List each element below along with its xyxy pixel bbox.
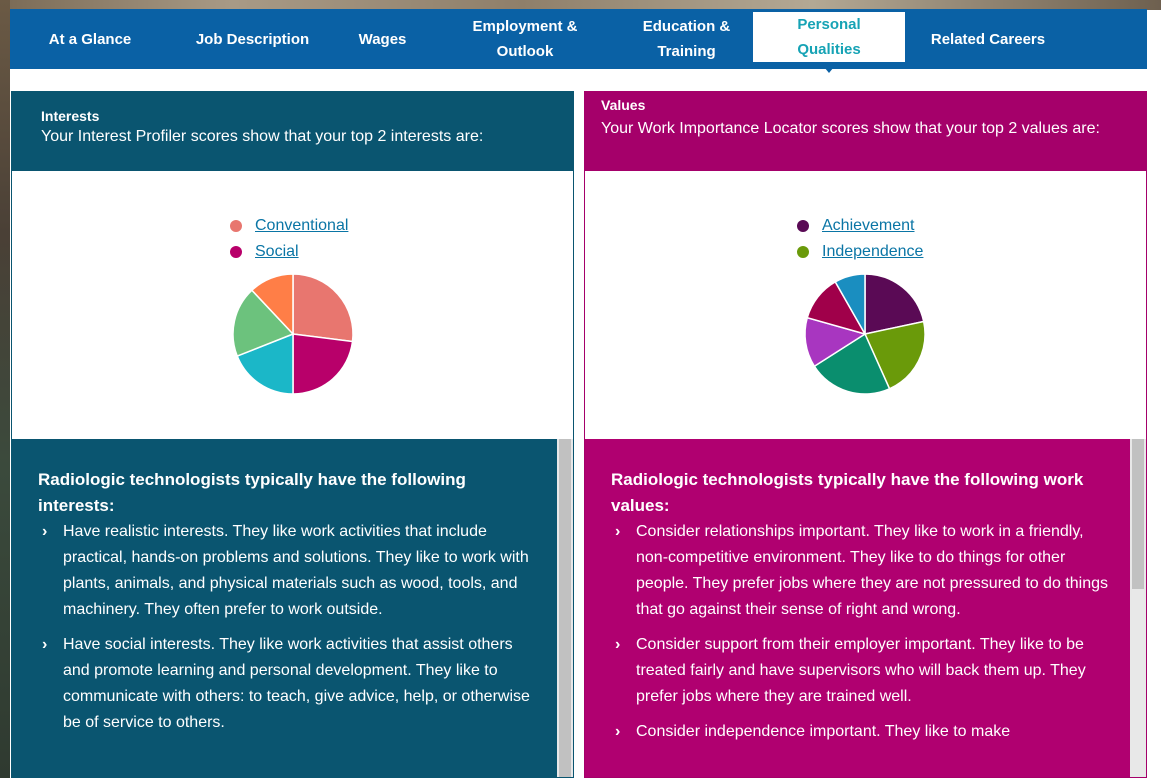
scrollbar-thumb[interactable] [1132, 439, 1144, 589]
values-scrollbar[interactable] [1130, 439, 1146, 777]
interests-subtitle: Your Interest Profiler scores show that … [41, 128, 484, 145]
chevron-right-icon: › [615, 636, 621, 653]
list-item-text: Consider relationships important. They l… [636, 523, 1108, 618]
legend-item-conventional: Conventional [230, 213, 348, 239]
list-item-text: Have social interests. They like work ac… [63, 636, 530, 731]
interests-pie-slice-1 [292, 333, 354, 395]
values-legend: Achievement Independence [797, 213, 923, 265]
list-item: › Consider independence important. They l… [611, 719, 1116, 745]
values-list: › Consider relationships important. They … [611, 519, 1116, 745]
list-item-text: Have realistic interests. They like work… [63, 523, 529, 618]
tab-related-careers[interactable]: Related Careers [905, 9, 1071, 69]
tab-employment-outlook[interactable]: Employment & Outlook [430, 9, 620, 69]
values-chart-area: Achievement Independence [585, 171, 1146, 439]
values-description: Radiologic technologists typically have … [585, 439, 1146, 777]
legend-dot [797, 246, 809, 258]
interests-header: Interests Your Interest Profiler scores … [12, 92, 573, 171]
background-photo-left [0, 0, 10, 778]
independence-link[interactable]: Independence [822, 239, 923, 265]
conventional-link[interactable]: Conventional [255, 213, 348, 239]
section-nav: At a Glance Job Description Wages Employ… [10, 9, 1147, 69]
values-panel: Values Your Work Importance Locator scor… [584, 91, 1147, 778]
list-item-text: Consider independence important. They li… [636, 723, 1011, 740]
list-item-text: Consider support from their employer imp… [636, 636, 1086, 705]
tab-personal-qualities[interactable]: Personal Qualities [753, 12, 905, 62]
legend-item-achievement: Achievement [797, 213, 923, 239]
interests-pie-chart [232, 273, 354, 395]
tab-job-description[interactable]: Job Description [170, 9, 335, 69]
tab-at-a-glance[interactable]: At a Glance [10, 9, 170, 69]
interests-legend: Conventional Social [230, 213, 348, 265]
list-item: › Consider support from their employer im… [611, 632, 1116, 710]
legend-dot [230, 246, 242, 258]
list-item: › Consider relationships important. They … [611, 519, 1116, 623]
interests-heading: Radiologic technologists typically have … [38, 470, 466, 515]
legend-dot [230, 220, 242, 232]
chevron-right-icon: › [42, 523, 48, 540]
interests-scrollbar[interactable] [557, 439, 573, 777]
legend-dot [797, 220, 809, 232]
values-header: Values Your Work Importance Locator scor… [585, 92, 1146, 171]
achievement-link[interactable]: Achievement [822, 213, 915, 239]
interests-title: Interests [41, 108, 100, 124]
chevron-right-icon: › [615, 523, 621, 540]
values-pie-chart [804, 273, 926, 395]
interests-description: Radiologic technologists typically have … [12, 439, 573, 777]
scrollbar-thumb[interactable] [559, 439, 571, 777]
interests-pie-slice-0 [292, 273, 354, 343]
values-heading: Radiologic technologists typically have … [611, 470, 1084, 515]
legend-item-social: Social [230, 239, 348, 265]
interests-panel: Interests Your Interest Profiler scores … [11, 91, 574, 778]
legend-item-independence: Independence [797, 239, 923, 265]
interests-list: › Have realistic interests. They like wor… [38, 519, 543, 736]
list-item: › Have realistic interests. They like wor… [38, 519, 543, 623]
social-link[interactable]: Social [255, 239, 299, 265]
interests-chart-area: Conventional Social [12, 171, 573, 439]
tab-education-training[interactable]: Education & Training [620, 9, 753, 69]
chevron-right-icon: › [42, 636, 48, 653]
values-subtitle: Your Work Importance Locator scores show… [601, 120, 1100, 137]
tab-wages[interactable]: Wages [335, 9, 430, 69]
chevron-right-icon: › [615, 723, 621, 740]
list-item: › Have social interests. They like work a… [38, 632, 543, 736]
values-title: Values [601, 97, 646, 113]
